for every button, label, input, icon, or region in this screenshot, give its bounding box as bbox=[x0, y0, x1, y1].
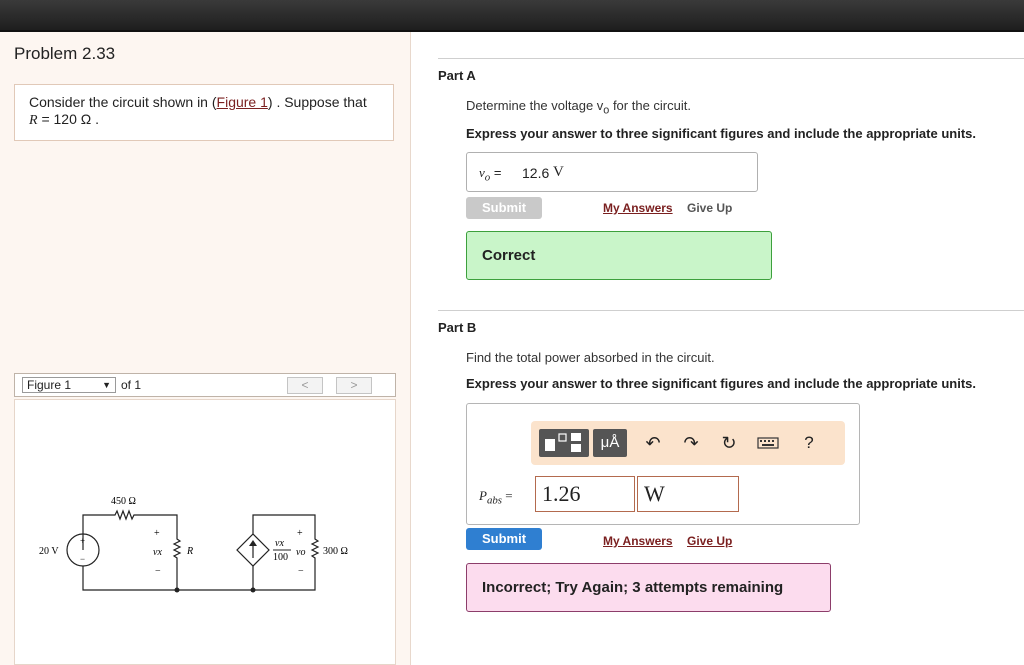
part-b-question: Find the total power absorbed in the cir… bbox=[466, 350, 715, 365]
reset-icon[interactable]: ↻ bbox=[717, 429, 741, 457]
fraction-denominator: 100 bbox=[273, 552, 288, 563]
caret-down-icon: ▼ bbox=[102, 380, 111, 390]
next-figure-button[interactable]: > bbox=[336, 377, 372, 394]
vx-plus: + bbox=[154, 528, 160, 539]
part-b-feedback-incorrect: Incorrect; Try Again; 3 attempts remaini… bbox=[466, 563, 831, 612]
units-button[interactable]: μÅ bbox=[593, 429, 627, 457]
vx-label: vx bbox=[153, 547, 162, 558]
help-icon[interactable]: ? bbox=[797, 429, 821, 457]
vx-minus: − bbox=[155, 566, 161, 577]
fraction-numerator: vx bbox=[275, 538, 284, 549]
source-minus: − bbox=[80, 554, 85, 564]
figure-navigation: Figure 1 ▼ of 1 < > bbox=[14, 373, 396, 397]
prev-figure-button[interactable]: < bbox=[287, 377, 323, 394]
part-a-submit-button[interactable]: Submit bbox=[466, 197, 542, 219]
figure-area: 450 Ω 20 V + − + vx − R vx 100 + vo − 30… bbox=[14, 399, 396, 665]
circuit-diagram: 450 Ω 20 V + − + vx − R vx 100 + vo − 30… bbox=[39, 496, 348, 593]
wire-bottom-left bbox=[82, 566, 177, 591]
part-b-answer-editor: μÅ ↶ ↷ ↻ ? Pabs = 1.26 W bbox=[466, 403, 860, 525]
part-a-feedback-correct: Correct bbox=[466, 231, 772, 280]
vo-plus: + bbox=[297, 528, 303, 539]
top-bar bbox=[0, 0, 1024, 32]
keyboard-icon[interactable] bbox=[755, 429, 781, 457]
part-b-instruction: Express your answer to three significant… bbox=[466, 376, 976, 391]
part-a-instruction: Express your answer to three significant… bbox=[466, 126, 976, 141]
part-a-question: Determine the voltage vo for the circuit… bbox=[466, 98, 691, 117]
divider bbox=[438, 58, 1024, 59]
divider bbox=[438, 310, 1024, 311]
problem-intro: Consider the circuit shown in (Figure 1)… bbox=[14, 84, 394, 141]
resistor-450-label: 450 Ω bbox=[111, 496, 136, 507]
wire-left-loop bbox=[82, 509, 182, 590]
wire-bottom-mid bbox=[177, 566, 254, 591]
node-dot bbox=[250, 587, 256, 593]
r-label: R bbox=[186, 546, 193, 557]
figure-count: of 1 bbox=[121, 378, 142, 392]
part-a-answer-box: vo = 12.6 V bbox=[466, 152, 758, 192]
part-b-give-up-link[interactable]: Give Up bbox=[687, 534, 732, 548]
undo-icon[interactable]: ↶ bbox=[641, 429, 665, 457]
part-a-my-answers-link[interactable]: My Answers bbox=[603, 201, 673, 215]
resistor-300-label: 300 Ω bbox=[323, 546, 348, 557]
pabs-label: Pabs = bbox=[479, 488, 513, 507]
answer-panel: Part A Determine the voltage vo for the … bbox=[411, 32, 1024, 665]
problem-title: Problem 2.33 bbox=[14, 44, 116, 63]
part-b-label: Part B bbox=[438, 320, 477, 335]
templates-button[interactable] bbox=[539, 429, 589, 457]
math-toolbar: μÅ ↶ ↷ ↻ ? bbox=[531, 421, 845, 465]
source-voltage-label: 20 V bbox=[39, 546, 59, 557]
redo-icon[interactable]: ↷ bbox=[679, 429, 703, 457]
vo-answer-number: 12.6 bbox=[522, 165, 550, 181]
node-dot bbox=[174, 587, 180, 593]
unit-input[interactable]: W bbox=[637, 476, 739, 512]
arrow-up-icon bbox=[249, 540, 257, 546]
part-b-my-answers-link[interactable]: My Answers bbox=[603, 534, 673, 548]
vo-label: vo bbox=[296, 547, 305, 558]
figure-select[interactable]: Figure 1 ▼ bbox=[22, 377, 116, 393]
vo-minus: − bbox=[298, 566, 304, 577]
value-input[interactable]: 1.26 bbox=[535, 476, 635, 512]
figure-link[interactable]: Figure 1 bbox=[217, 94, 268, 110]
problem-panel: Problem 2.33 Consider the circuit shown … bbox=[0, 32, 411, 665]
resistance-var: R bbox=[29, 113, 38, 128]
templates-icon bbox=[545, 433, 581, 452]
vo-answer-label: vo = bbox=[479, 165, 502, 184]
source-plus: + bbox=[80, 536, 85, 546]
part-a-label: Part A bbox=[438, 68, 476, 83]
part-b-submit-button[interactable]: Submit bbox=[466, 528, 542, 550]
vo-answer-unit: V bbox=[553, 164, 564, 180]
part-a-give-up: Give Up bbox=[687, 201, 733, 215]
